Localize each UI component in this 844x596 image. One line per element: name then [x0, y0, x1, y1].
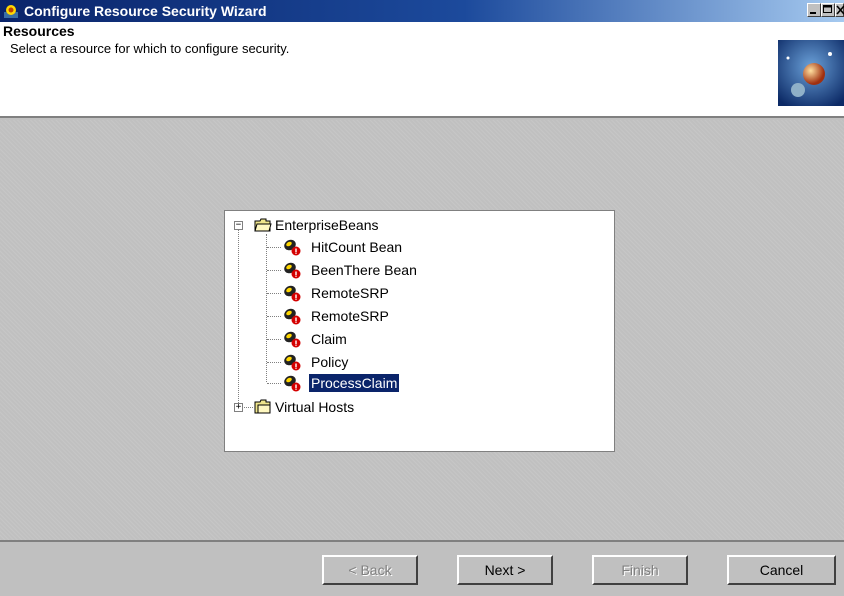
minimize-button[interactable] — [807, 3, 821, 17]
tree-node-remotesrp[interactable]: RemoteSRP — [309, 307, 391, 325]
tree-node-policy[interactable]: Policy — [309, 353, 350, 371]
tree-node-claim[interactable]: Claim — [309, 330, 349, 348]
tree-node-processclaim[interactable]: ProcessClaim — [309, 374, 400, 392]
folder-open-icon — [254, 218, 272, 232]
tree-node-hitcount-bean[interactable]: HitCount Bean — [309, 238, 404, 256]
back-button[interactable]: < Back — [322, 555, 418, 585]
globe-logo — [778, 40, 844, 106]
tree-line — [267, 362, 281, 363]
bean-restricted-icon — [284, 285, 301, 302]
maximize-button[interactable] — [821, 3, 835, 17]
tree-line — [267, 316, 281, 317]
tree-line — [238, 229, 239, 407]
tree-node-beenthere-bean[interactable]: BeenThere Bean — [309, 261, 419, 279]
tree-line — [267, 270, 281, 271]
page-title: Resources — [3, 23, 75, 39]
tree-node-remotesrp[interactable]: RemoteSRP — [309, 284, 391, 302]
wizard-header: Resources Select a resource for which to… — [0, 22, 844, 118]
cancel-button[interactable]: Cancel — [727, 555, 836, 585]
wizard-app-icon — [4, 5, 18, 18]
bean-restricted-icon — [284, 308, 301, 325]
tree-node-virtual-hosts[interactable]: Virtual Hosts — [273, 398, 356, 416]
title-bar[interactable]: Configure Resource Security Wizard — [0, 0, 844, 22]
bean-restricted-icon — [284, 239, 301, 256]
tree-line — [267, 293, 281, 294]
maximize-icon — [823, 5, 832, 13]
page-subtitle: Select a resource for which to configure… — [10, 41, 290, 56]
bean-restricted-icon — [284, 331, 301, 348]
collapse-toggle[interactable]: − — [234, 221, 243, 230]
close-icon — [836, 5, 844, 15]
button-bar: < Back Next > Finish Cancel — [0, 540, 844, 596]
bean-restricted-icon — [284, 354, 301, 371]
tree-node-enterprisebeans[interactable]: EnterpriseBeans — [273, 216, 381, 234]
finish-button[interactable]: Finish — [592, 555, 688, 585]
tree-line — [266, 234, 267, 382]
next-button[interactable]: Next > — [457, 555, 553, 585]
bean-restricted-icon — [284, 262, 301, 279]
close-button[interactable] — [835, 3, 844, 17]
resource-tree[interactable]: − EnterpriseBeans HitCount Bean BeenTher… — [224, 210, 615, 452]
window-title: Configure Resource Security Wizard — [24, 3, 267, 19]
minimize-icon — [810, 12, 816, 14]
bean-restricted-icon — [284, 375, 301, 392]
tree-line — [267, 383, 281, 384]
folder-icon — [254, 399, 271, 414]
tree-line — [267, 247, 281, 248]
tree-line — [267, 339, 281, 340]
content-area: − EnterpriseBeans HitCount Bean BeenTher… — [0, 120, 844, 540]
expand-toggle[interactable]: + — [234, 403, 243, 412]
